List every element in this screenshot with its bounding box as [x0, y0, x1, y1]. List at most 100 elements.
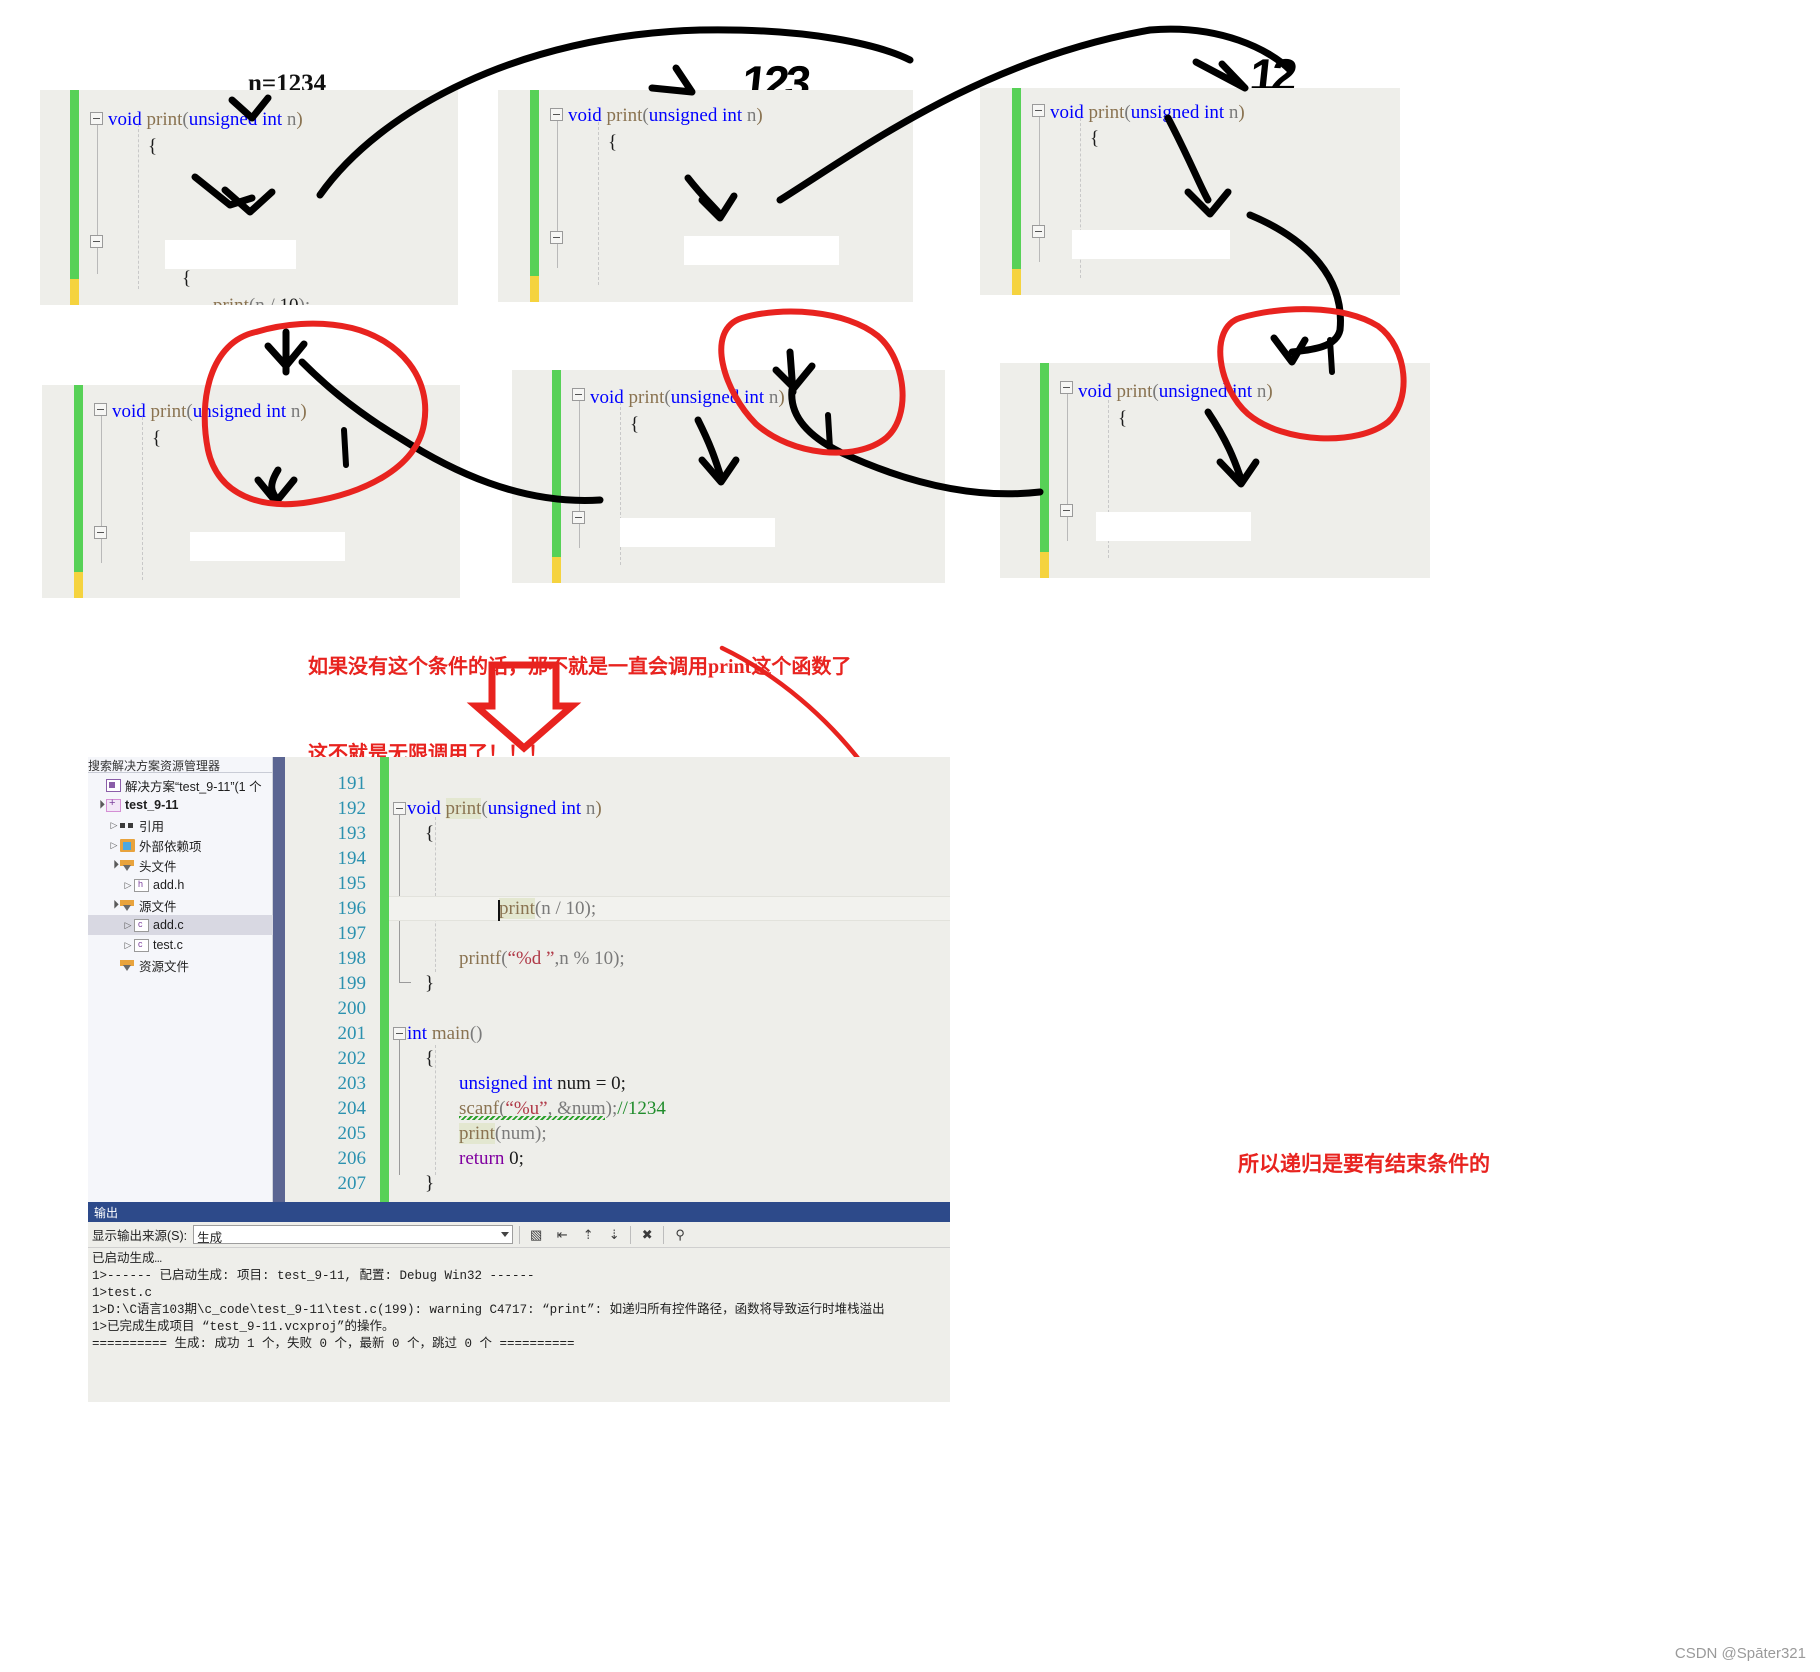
collapse-toggle-inner[interactable]	[550, 231, 563, 244]
collapse-toggle-outer[interactable]	[90, 112, 103, 125]
twisty-closed-icon[interactable]	[122, 920, 134, 931]
tree-item[interactable]: 资源文件	[88, 955, 273, 975]
twisty-open-icon[interactable]	[94, 800, 106, 810]
param-n: n	[585, 798, 596, 819]
change-bar	[1012, 88, 1021, 295]
kw-unsigned-int: unsigned int	[192, 401, 291, 422]
line-number: 193	[337, 823, 367, 844]
var-num: num =	[557, 1073, 612, 1094]
go-to-previous-icon[interactable]: ⇡	[578, 1225, 598, 1245]
tree-item[interactable]: add.c	[88, 915, 273, 935]
outline-guide-main	[399, 1040, 400, 1175]
collapse-toggle-inner[interactable]	[572, 511, 585, 524]
output-source-select[interactable]: 生成	[193, 1225, 514, 1245]
collapse-toggle-print[interactable]	[393, 802, 406, 815]
tree-item-label: add.h	[153, 878, 185, 892]
call-args: (num);	[494, 1123, 547, 1144]
collapse-toggle-inner[interactable]	[1032, 225, 1045, 238]
change-bar	[530, 90, 539, 302]
change-indicator-bar	[380, 757, 389, 1202]
fn-print-call: print	[499, 898, 535, 919]
toolbar-divider	[663, 1225, 665, 1244]
kw-void: void	[1078, 381, 1117, 402]
arrowhead-2	[648, 64, 696, 96]
editor-line-193: {	[425, 823, 435, 844]
tree-item[interactable]: 源文件	[88, 895, 273, 915]
output-pane-body: 已启动生成… 1>------ 已启动生成: 项目: test_9-11, 配置:…	[88, 1248, 950, 1402]
collapse-toggle-outer[interactable]	[572, 388, 585, 401]
clear-output-icon[interactable]: ▧	[526, 1225, 546, 1245]
indent-guide	[598, 122, 599, 285]
tree-item[interactable]: 引用	[88, 815, 273, 835]
twisty-closed-icon[interactable]	[108, 820, 120, 831]
output-source-value: 生成	[197, 1231, 223, 1245]
error-squiggle	[459, 1116, 605, 1120]
fn-print: print	[146, 109, 183, 130]
solution-tree[interactable]: 解决方案“test_9-11”(1 个 test_9-11 引用外部依赖项头文件 ad…	[88, 775, 273, 975]
line-number: 203	[337, 1073, 367, 1094]
editor-line-206: return 0;	[459, 1148, 524, 1170]
tree-item[interactable]: 解决方案“test_9-11”(1 个	[88, 775, 273, 795]
param-n: n	[286, 109, 297, 130]
collapse-toggle-main[interactable]	[393, 1027, 406, 1040]
collapse-toggle-outer[interactable]	[94, 403, 107, 416]
param-n: n	[768, 387, 779, 408]
tree-item-label: 外部依赖项	[139, 839, 202, 854]
go-to-next-icon[interactable]: ⇣	[604, 1225, 624, 1245]
code-snippet-5: void print(unsigned int n) { { print(n /…	[512, 370, 945, 583]
collapse-toggle-inner[interactable]	[1060, 504, 1073, 517]
line-number: 197	[337, 923, 367, 944]
kw-void: void	[1050, 102, 1089, 123]
line-number: 206	[337, 1148, 367, 1169]
kw-int: int	[407, 1023, 432, 1044]
comment: //1234	[617, 1098, 666, 1119]
find-icon[interactable]: ⚲	[670, 1225, 690, 1245]
filter-folder-icon	[120, 899, 135, 912]
tree-item[interactable]: 头文件	[88, 855, 273, 875]
snippet-line-recursive-call: print(n / 10);	[213, 295, 310, 305]
redacted-condition-line	[1072, 230, 1230, 259]
twisty-closed-icon[interactable]	[122, 940, 134, 951]
editor-line-199: }	[425, 973, 435, 994]
tree-item[interactable]: test.c	[88, 935, 273, 955]
paren-close: )	[756, 105, 763, 126]
format-string: “%d ”	[507, 948, 555, 969]
collapse-toggle-inner[interactable]	[94, 526, 107, 539]
change-bar	[552, 370, 561, 583]
tree-item[interactable]: test_9-11	[88, 795, 273, 815]
twisty-open-icon[interactable]	[108, 860, 120, 870]
snippet-line-open-brace: {	[148, 136, 158, 157]
collapse-toggle-outer[interactable]	[1032, 104, 1045, 117]
collapse-toggle-outer[interactable]	[1060, 381, 1073, 394]
editor-line-207: }	[425, 1173, 435, 1194]
tree-item-label: test.c	[153, 938, 183, 952]
fn-print: print	[606, 105, 643, 126]
twisty-closed-icon[interactable]	[108, 840, 120, 851]
line-number: 198	[337, 948, 367, 969]
fn-print: print	[1088, 102, 1125, 123]
collapse-toggle-inner[interactable]	[90, 235, 103, 248]
tree-item[interactable]: 外部依赖项	[88, 835, 273, 855]
twisty-open-icon[interactable]	[108, 900, 120, 910]
panel-splitter[interactable]	[273, 757, 285, 1202]
code-editor[interactable]: 191 192 193 194 195 196 197 198 199 200 …	[285, 757, 950, 1202]
csdn-watermark: CSDN @Spāter321	[1674, 1645, 1806, 1662]
diagram-canvas: n=1234 123 12 void print(unsigned int n)…	[0, 0, 1820, 1672]
toggle-word-wrap-icon[interactable]: ⇤	[552, 1225, 572, 1245]
redacted-condition-line	[1096, 512, 1251, 541]
arg-n: n	[255, 295, 265, 305]
kw-void: void	[590, 387, 629, 408]
redacted-condition-line	[190, 532, 345, 561]
text-cursor	[498, 900, 500, 921]
twisty-closed-icon[interactable]	[122, 880, 134, 891]
change-bar	[1040, 363, 1049, 578]
cancel-search-icon[interactable]: ✖	[637, 1225, 657, 1245]
solution-explorer-search-box[interactable]: 搜索解决方案资源管理器	[88, 757, 273, 773]
code-snippet-2: void print(unsigned int n) { { print(n /…	[498, 90, 913, 302]
collapse-guide	[557, 120, 558, 268]
output-source-label: 显示输出来源(S):	[92, 1229, 188, 1243]
collapse-toggle-outer[interactable]	[550, 108, 563, 121]
tree-item[interactable]: add.h	[88, 875, 273, 895]
kw-void: void	[108, 109, 147, 130]
indent-guide	[142, 417, 143, 580]
